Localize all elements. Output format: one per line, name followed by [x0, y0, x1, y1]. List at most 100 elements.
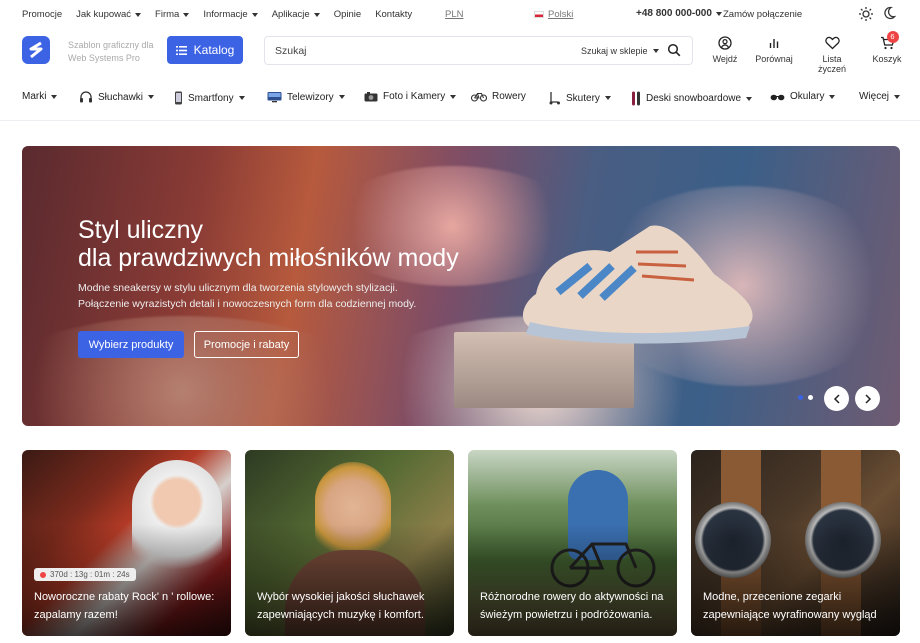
nav-item-telewizory[interactable]: Telewizory [267, 91, 345, 103]
top-link-informacje[interactable]: Informacje [203, 9, 258, 20]
timer-value: 370d : 13g : 01m : 24s [50, 570, 130, 579]
search-icon[interactable] [667, 43, 681, 57]
top-link-label: Kontakty [375, 9, 413, 20]
nav-label: Więcej [859, 91, 890, 102]
chevron-down-icon [148, 95, 155, 99]
top-link-kontakty[interactable]: Kontakty [375, 9, 412, 20]
top-link-label: Opinie [333, 9, 362, 20]
camera-icon [364, 92, 378, 102]
nav-label: Marki [22, 91, 47, 102]
top-link-jak-kupowac[interactable]: Jak kupować [76, 9, 142, 20]
tagline: Szablon graficzny dla Web Systems Pro [68, 40, 154, 63]
countdown-timer: 370d : 13g : 01m : 24s [34, 568, 136, 581]
chevron-down-icon [238, 96, 245, 100]
chevron-down-icon [829, 94, 836, 99]
bicycle-icon [471, 93, 487, 102]
nav-item-skutery[interactable]: Skutery [548, 91, 611, 105]
cart-label: Koszyk [872, 54, 902, 64]
login-label: Wejdź [712, 54, 738, 64]
nav-item-wiecej[interactable]: Więcej [859, 91, 901, 102]
wishlist-action[interactable]: Lista życzeń [808, 36, 856, 74]
nav-label: Rowery [492, 91, 526, 102]
top-link-label: Firma [155, 9, 180, 20]
chevron-down-icon [652, 49, 659, 53]
search-input[interactable]: Szukaj [275, 45, 307, 57]
nav-item-okulary[interactable]: Okulary [770, 91, 836, 102]
slider-next-button[interactable] [855, 386, 880, 411]
chevron-down-icon [746, 96, 753, 101]
nav-label: Foto i Kamery [383, 91, 446, 102]
sun-icon[interactable] [858, 6, 874, 22]
cart-action[interactable]: 6 Koszyk [872, 31, 902, 64]
nav-label: Słuchawki [98, 91, 144, 103]
smartphone-icon [175, 91, 182, 105]
nav-item-deski-snowboardowe[interactable]: Deski snowboardowe [631, 91, 753, 106]
top-link-promocje[interactable]: Promocje [22, 9, 62, 20]
nav-item-rowery[interactable]: Rowery [471, 91, 526, 102]
top-link-label: Aplikacje [271, 9, 310, 20]
heart-icon [824, 36, 840, 50]
search-scope-label: Szukaj w sklepie [581, 46, 648, 56]
chevron-down-icon [338, 95, 345, 99]
chevron-down-icon [450, 94, 457, 99]
search-scope-select[interactable]: Szukaj w sklepie [581, 46, 659, 56]
search-bar[interactable]: Szukaj Szukaj w sklepie [264, 36, 693, 65]
nav-label: Okulary [790, 91, 825, 102]
cart-count-badge: 6 [886, 31, 899, 43]
card-caption: Różnorodne rowery do aktywności na śwież… [480, 591, 664, 621]
moon-icon[interactable] [882, 6, 896, 20]
top-link-aplikacje[interactable]: Aplikacje [272, 9, 320, 20]
language-selector[interactable]: Polski [534, 9, 573, 20]
slider-dot[interactable] [808, 395, 813, 400]
nav-item-sluchawki[interactable]: Słuchawki [79, 91, 155, 103]
scooter-icon [549, 92, 560, 105]
catalog-button[interactable]: Katalog [167, 36, 243, 64]
language-label: Polski [548, 9, 574, 20]
promo-card-bikes[interactable]: Różnorodne rowery do aktywności na śwież… [468, 450, 677, 636]
chevron-down-icon [135, 12, 142, 17]
chevron-down-icon [715, 11, 722, 16]
chevron-down-icon [51, 94, 58, 99]
compare-action[interactable]: Porównaj [754, 36, 794, 64]
category-nav: Marki Słuchawki Smartfony Telewizory Fot… [0, 84, 920, 110]
snowboard-icon [632, 91, 640, 106]
card-caption: Noworoczne rabaty Rock' n ' rollowe: zap… [34, 591, 215, 621]
logo[interactable] [22, 36, 50, 64]
promo-card-watches[interactable]: Modne, przecenione zegarki zapewniające … [691, 450, 900, 636]
hero-banner[interactable]: Styl uliczny dla prawdziwych miłośników m… [22, 146, 900, 426]
phone-number[interactable]: +48 800 000-000 [636, 8, 722, 19]
top-link-label: Informacje [203, 9, 248, 20]
login-action[interactable]: Wejdź [711, 36, 739, 64]
currency-selector[interactable]: PLN [445, 9, 463, 20]
nav-item-foto-kamery[interactable]: Foto i Kamery [364, 91, 457, 102]
chevron-right-icon [864, 393, 871, 404]
promotions-button[interactable]: Promocje i rabaty [194, 331, 299, 358]
top-links: Promocje Jak kupować Firma Informacje Ap… [22, 9, 412, 20]
cart-icon-wrap: 6 [880, 31, 899, 50]
promo-card-rock[interactable]: 370d : 13g : 01m : 24s Noworoczne rabaty… [22, 450, 231, 636]
nav-item-marki[interactable]: Marki [22, 91, 58, 102]
hero-desc-line1: Modne sneakersy w stylu ulicznym dla two… [78, 282, 398, 294]
chevron-down-icon [251, 12, 258, 17]
nav-label: Skutery [566, 92, 600, 104]
slider-dot[interactable] [798, 395, 803, 400]
top-link-opinie[interactable]: Opinie [334, 9, 361, 20]
sneaker-image [522, 225, 753, 344]
compare-icon [769, 39, 779, 48]
nav-label: Deski snowboardowe [646, 93, 742, 104]
callback-link[interactable]: Zamów połączenie [723, 9, 802, 20]
tv-icon [267, 92, 282, 103]
card-caption: Wybór wysokiej jakości słuchawek zapewni… [257, 591, 425, 621]
nav-item-smartfony[interactable]: Smartfony [174, 91, 245, 105]
top-bar: Promocje Jak kupować Firma Informacje Ap… [0, 0, 920, 28]
top-link-firma[interactable]: Firma [155, 9, 190, 20]
slider-prev-button[interactable] [824, 386, 849, 411]
top-link-label: Promocje [22, 9, 63, 20]
top-link-label: Jak kupować [76, 9, 132, 20]
nav-label: Telewizory [287, 91, 334, 103]
choose-products-button[interactable]: Wybierz produkty [78, 331, 184, 358]
promo-card-headphones[interactable]: Wybór wysokiej jakości słuchawek zapewni… [245, 450, 454, 636]
slider-dots [798, 395, 813, 400]
poland-flag-icon [534, 11, 544, 18]
chevron-down-icon [183, 12, 190, 17]
